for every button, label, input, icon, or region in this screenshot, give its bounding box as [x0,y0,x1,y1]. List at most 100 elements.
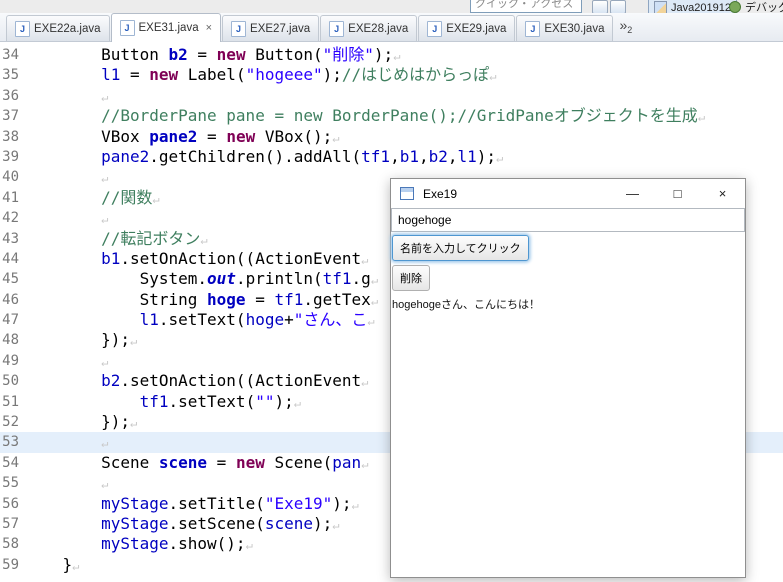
editor-tab-bar: J EXE22a.java J EXE31.java × J EXE27.java J EXE2… [0,13,783,42]
tab-overflow-count: 2 [627,25,633,35]
editor-tab-EXE22a.java[interactable]: J EXE22a.java [6,15,110,41]
line-number: 57 [2,515,19,532]
maximize-button[interactable]: □ [655,179,700,208]
line-number: 56 [2,495,19,512]
editor-tab-EXE28.java[interactable]: J EXE28.java [320,15,418,41]
editor-tab-EXE29.java[interactable]: J EXE29.java [418,15,516,41]
editor-tab-EXE31.java[interactable]: J EXE31.java × [110,13,222,42]
eol-marker: ↵ [245,538,253,553]
eol-marker: ↵ [101,436,109,451]
line-number: 44 [2,250,19,267]
line-number: 50 [2,373,19,390]
code-line[interactable]: 35 l1 = new Label("hogeee");//はじめはからっぽ↵ [0,65,783,85]
eclipse-ide-window: Java201912 デバッグ JEXE22a.javaJEXE31.java×… [0,0,783,582]
eol-marker: ↵ [129,334,138,349]
close-button[interactable]: × [700,179,745,208]
line-number: 41 [2,189,19,206]
line-number: 49 [2,352,19,369]
tab-label: EXE29.java [446,22,507,35]
eol-marker: ↵ [361,375,369,390]
exe19-titlebar[interactable]: Exe19 — □ × [391,179,745,208]
java-file-icon: J [119,20,135,36]
toolbar-table-icon[interactable] [610,0,626,13]
line-number: 53 [2,434,19,451]
tab-label: EXE27.java [250,22,311,35]
eol-marker: ↵ [101,171,109,186]
java-file-icon: J [15,20,30,37]
eol-marker: ↵ [351,497,359,512]
delete-button[interactable]: 削除 [392,265,430,291]
perspective-java-label: Java201912 [671,1,731,14]
eol-marker: ↵ [101,212,109,227]
eol-marker: ↵ [393,49,401,63]
eol-marker: ↵ [101,477,109,492]
eol-marker: ↵ [361,456,369,471]
name-textfield[interactable] [391,208,745,232]
tab-label: EXE22a.java [34,22,101,35]
eol-marker: ↵ [152,191,160,206]
java-file-icon: J [329,20,345,37]
eol-marker: ↵ [332,517,340,532]
editor-tab-EXE27.java[interactable]: J EXE27.java [222,15,320,41]
eol-marker: ↵ [200,232,208,247]
tab-label: EXE28.java [348,22,409,35]
line-number: 51 [2,393,19,410]
debug-perspective-icon [729,0,741,13]
editor-tab-EXE30.java[interactable]: J EXE30.java [516,15,614,41]
line-number: 46 [2,291,19,308]
enter-name-button[interactable]: 名前を入力してクリック [392,235,529,261]
perspective-debug-button[interactable]: デバッグ [724,0,783,13]
eol-marker: ↵ [496,150,504,165]
tab-label: EXE30.java [544,22,605,35]
code-line[interactable]: 38 VBox pane2 = new VBox();↵ [0,127,783,147]
line-number: 40 [2,169,19,186]
eol-marker: ↵ [370,293,379,308]
eol-marker: ↵ [697,110,706,125]
tab-close-icon[interactable]: × [206,22,212,34]
line-number: 39 [2,148,19,165]
eol-marker: ↵ [361,252,369,267]
quick-access-input[interactable] [470,0,582,13]
eol-marker: ↵ [129,416,138,431]
greeting-label: hogehogeさん、こんにちは！ [392,299,540,311]
exe19-window-title: Exe19 [423,186,458,201]
line-number: 34 [2,47,19,63]
eol-marker: ↵ [332,130,340,145]
exe19-window-content: 名前を入力してクリック 削除 hogehogeさん、こんにちは！ [391,208,745,312]
eol-marker: ↵ [489,69,497,84]
java-perspective-icon [654,1,667,13]
line-number: 35 [2,67,19,84]
perspective-debug-label: デバッグ [745,1,783,14]
exe19-window: Exe19 — □ × 名前を入力してクリック 削除 hogehogeさん、こん… [390,178,746,578]
line-number: 42 [2,210,19,227]
java-file-icon: J [525,20,541,37]
minimize-button[interactable]: — [610,179,655,208]
tab-overflow-indicator[interactable]: »2 [619,18,633,36]
line-number: 54 [2,454,19,471]
code-line[interactable]: 39 pane2.getChildren().addAll(tf1,b1,b2,… [0,147,783,167]
line-number: 59 [2,556,19,573]
tab-label: EXE31.java [138,22,199,34]
eol-marker: ↵ [293,395,301,410]
line-number: 47 [2,312,19,329]
line-number: 58 [2,536,19,553]
code-line[interactable]: 34 Button b2 = new Button("削除");↵ [0,45,783,65]
line-number: 38 [2,128,19,145]
line-number: 55 [2,475,19,492]
line-number: 43 [2,230,19,247]
exe19-app-icon [400,187,414,200]
eol-marker: ↵ [101,354,109,369]
java-file-icon: J [427,20,443,37]
line-number: 36 [2,87,19,104]
code-line[interactable]: 36 ↵ [0,86,783,106]
java-file-icon: J [231,20,247,37]
toolbar-window-icon[interactable] [592,0,608,13]
code-line[interactable]: 37 //BorderPane pane = new BorderPane();… [0,106,783,126]
eol-marker: ↵ [72,558,80,573]
eol-marker: ↵ [367,314,375,329]
eol-marker: ↵ [101,89,109,104]
line-number: 52 [2,414,19,431]
main-toolbar: Java201912 デバッグ [0,0,783,13]
line-number: 48 [2,332,19,349]
eol-marker: ↵ [370,273,379,288]
